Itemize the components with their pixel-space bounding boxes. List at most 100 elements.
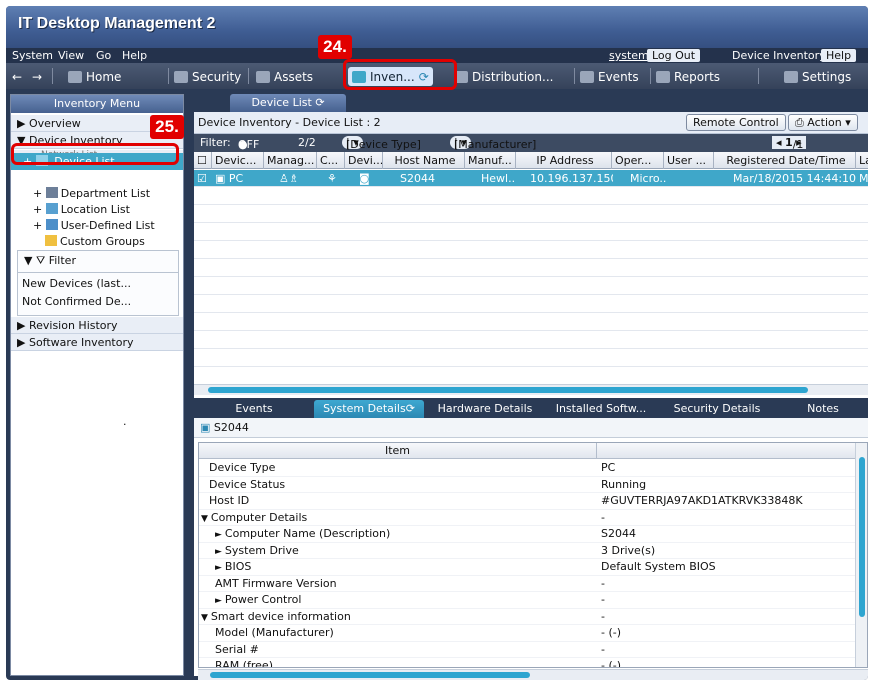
col-c[interactable]: C...	[317, 152, 345, 169]
menu-help[interactable]: Help	[122, 49, 147, 62]
property-row[interactable]: Device Status Running	[199, 477, 867, 493]
tab-hardware-details[interactable]: Hardware Details	[430, 400, 540, 418]
col-os[interactable]: Oper...	[612, 152, 664, 169]
action-button[interactable]: ⎙ Action ▾	[788, 114, 858, 131]
sidebar-item-department-list[interactable]: + Department List	[11, 185, 183, 202]
tab-device-list[interactable]: Device List ⟳	[230, 94, 346, 112]
toolbar-events[interactable]: Events	[580, 67, 639, 86]
menu-go[interactable]: Go	[96, 49, 111, 62]
property-value: #GUVTERRJA97AKD1ATKRVK33848K	[601, 494, 803, 507]
table-hscroll[interactable]	[194, 384, 868, 395]
property-row[interactable]: ▼ Smart device information -	[199, 609, 867, 626]
property-row[interactable]: ► Computer Name (Description) S2044	[199, 526, 867, 543]
menu-view[interactable]: View	[58, 49, 84, 62]
property-row[interactable]: AMT Firmware Version -	[199, 576, 867, 592]
stray-dot: .	[123, 415, 127, 428]
callout-box-25	[11, 143, 179, 165]
properties-vscroll-thumb[interactable]	[859, 457, 865, 617]
app-title: IT Desktop Management 2	[18, 15, 216, 32]
power-icon: ◙	[359, 172, 370, 185]
property-value: -	[601, 642, 605, 656]
expand-icon: ►	[215, 563, 222, 573]
property-value: S2044	[601, 527, 636, 540]
logout-button[interactable]: Log Out	[647, 49, 701, 62]
property-value: 3 Drive(s)	[601, 543, 656, 557]
remote-control-button[interactable]: Remote Control	[686, 114, 786, 131]
user-link[interactable]: system	[609, 49, 649, 62]
property-label: ▼ Smart device information	[201, 609, 351, 626]
device-list-title: Device Inventory - Device List : 2	[198, 116, 381, 129]
property-value: -	[601, 593, 605, 606]
property-value: -	[601, 609, 605, 623]
tab-installed-software[interactable]: Installed Softw...	[546, 400, 656, 418]
cell-registered: Mar/18/2015 14:44:10	[733, 172, 856, 185]
tab-events[interactable]: Events	[212, 400, 296, 418]
expand-icon: ►	[215, 530, 222, 540]
col-registered[interactable]: Registered Date/Time	[714, 152, 856, 169]
sidebar-item-user-defined-list[interactable]: + User-Defined List	[11, 217, 183, 234]
property-row[interactable]: Host ID #GUVTERRJA97AKD1ATKRVK33848K	[199, 493, 867, 510]
pc-icon: ▣	[215, 172, 229, 185]
property-key: AMT Firmware Version	[215, 576, 337, 590]
sidebar-item-software-inventory[interactable]: ▶ Software Inventory	[11, 334, 183, 351]
col-managed[interactable]: Manag...	[264, 152, 317, 169]
col-device[interactable]: Devic...	[212, 152, 264, 169]
page-selector[interactable]: ◂ 1/1 ▸	[772, 136, 806, 151]
properties-table: Item Device Type PC Device Status Running Ho…	[198, 442, 868, 668]
col-host-name[interactable]: Host Name	[383, 152, 465, 169]
user-defined-icon	[45, 219, 58, 230]
row-checkbox[interactable]: ☑	[194, 170, 212, 187]
col-user[interactable]: User ...	[664, 152, 714, 169]
property-label: Device Status	[209, 477, 285, 493]
col-last[interactable]: La	[856, 152, 868, 169]
toolbar-distribution[interactable]: Distribution...	[454, 67, 553, 86]
filter-not-confirmed[interactable]: Not Confirmed De...	[22, 295, 131, 308]
properties-vscroll[interactable]	[855, 443, 867, 667]
expand-icon: ▶	[17, 319, 29, 332]
property-row[interactable]: Serial # -	[199, 642, 867, 658]
property-label: Host ID	[209, 493, 249, 509]
col-manufacturer[interactable]: Manuf...	[465, 152, 516, 169]
properties-hscroll[interactable]	[198, 669, 868, 680]
refresh-icon: ⟳	[405, 402, 415, 415]
sidebar-item-custom-groups[interactable]: Custom Groups	[11, 233, 183, 250]
sidebar-item-revision-history[interactable]: ▶ Revision History	[11, 317, 183, 334]
properties-hscroll-thumb[interactable]	[210, 672, 530, 678]
toolbar-home[interactable]: Home	[68, 67, 121, 86]
tab-system-details[interactable]: System Details⟳	[314, 400, 424, 418]
col-ip[interactable]: IP Address	[516, 152, 612, 169]
action-icon: ⎙	[795, 116, 808, 129]
property-row[interactable]: Device Type PC	[199, 460, 867, 477]
table-hscroll-thumb[interactable]	[208, 387, 808, 393]
filter-header[interactable]: ▼ ⛛ Filter	[24, 254, 76, 268]
property-key: Model (Manufacturer)	[215, 626, 334, 639]
property-row[interactable]: ► BIOS Default System BIOS	[199, 559, 867, 576]
help-button[interactable]: Help	[821, 49, 857, 62]
toolbar-assets[interactable]: Assets	[256, 67, 313, 86]
filter-new-devices[interactable]: New Devices (last...	[22, 277, 131, 290]
toolbar-security[interactable]: Security	[174, 67, 241, 86]
device-type-filter[interactable]: [Device Type] | ▾	[342, 136, 421, 151]
refresh-icon: ⟳	[315, 96, 325, 109]
menu-system[interactable]: System	[12, 49, 53, 62]
toolbar-reports[interactable]: Reports	[656, 67, 720, 86]
property-row[interactable]: ▼ Computer Details -	[199, 510, 867, 526]
forward-button[interactable]: →	[32, 67, 42, 86]
property-label: ► Power Control	[215, 592, 301, 609]
property-row[interactable]: ► System Drive 3 Drive(s)	[199, 543, 867, 559]
property-label: Serial #	[215, 642, 259, 658]
table-row[interactable]: ☑ ▣ PC ♙♗ ⚘ ◙ S2044 Hewl... 10.196.137.1…	[194, 170, 868, 187]
tab-security-details[interactable]: Security Details	[662, 400, 772, 418]
tab-notes[interactable]: Notes	[778, 400, 868, 418]
property-row[interactable]: ► Power Control -	[199, 592, 867, 609]
property-row[interactable]: Model (Manufacturer) - (-)	[199, 625, 867, 642]
property-value: -	[601, 576, 605, 590]
toolbar-settings[interactable]: Settings	[784, 67, 851, 86]
manufacturer-filter[interactable]: [Manufacturer] | ▾	[450, 136, 536, 151]
select-all-checkbox[interactable]: ☐	[194, 152, 212, 169]
back-button[interactable]: ←	[12, 67, 22, 86]
sidebar-item-location-list[interactable]: + Location List	[11, 201, 183, 218]
property-row[interactable]: RAM (free) - (-)	[199, 658, 867, 667]
col-devi[interactable]: Devi...	[345, 152, 383, 169]
property-value: -	[601, 510, 605, 524]
